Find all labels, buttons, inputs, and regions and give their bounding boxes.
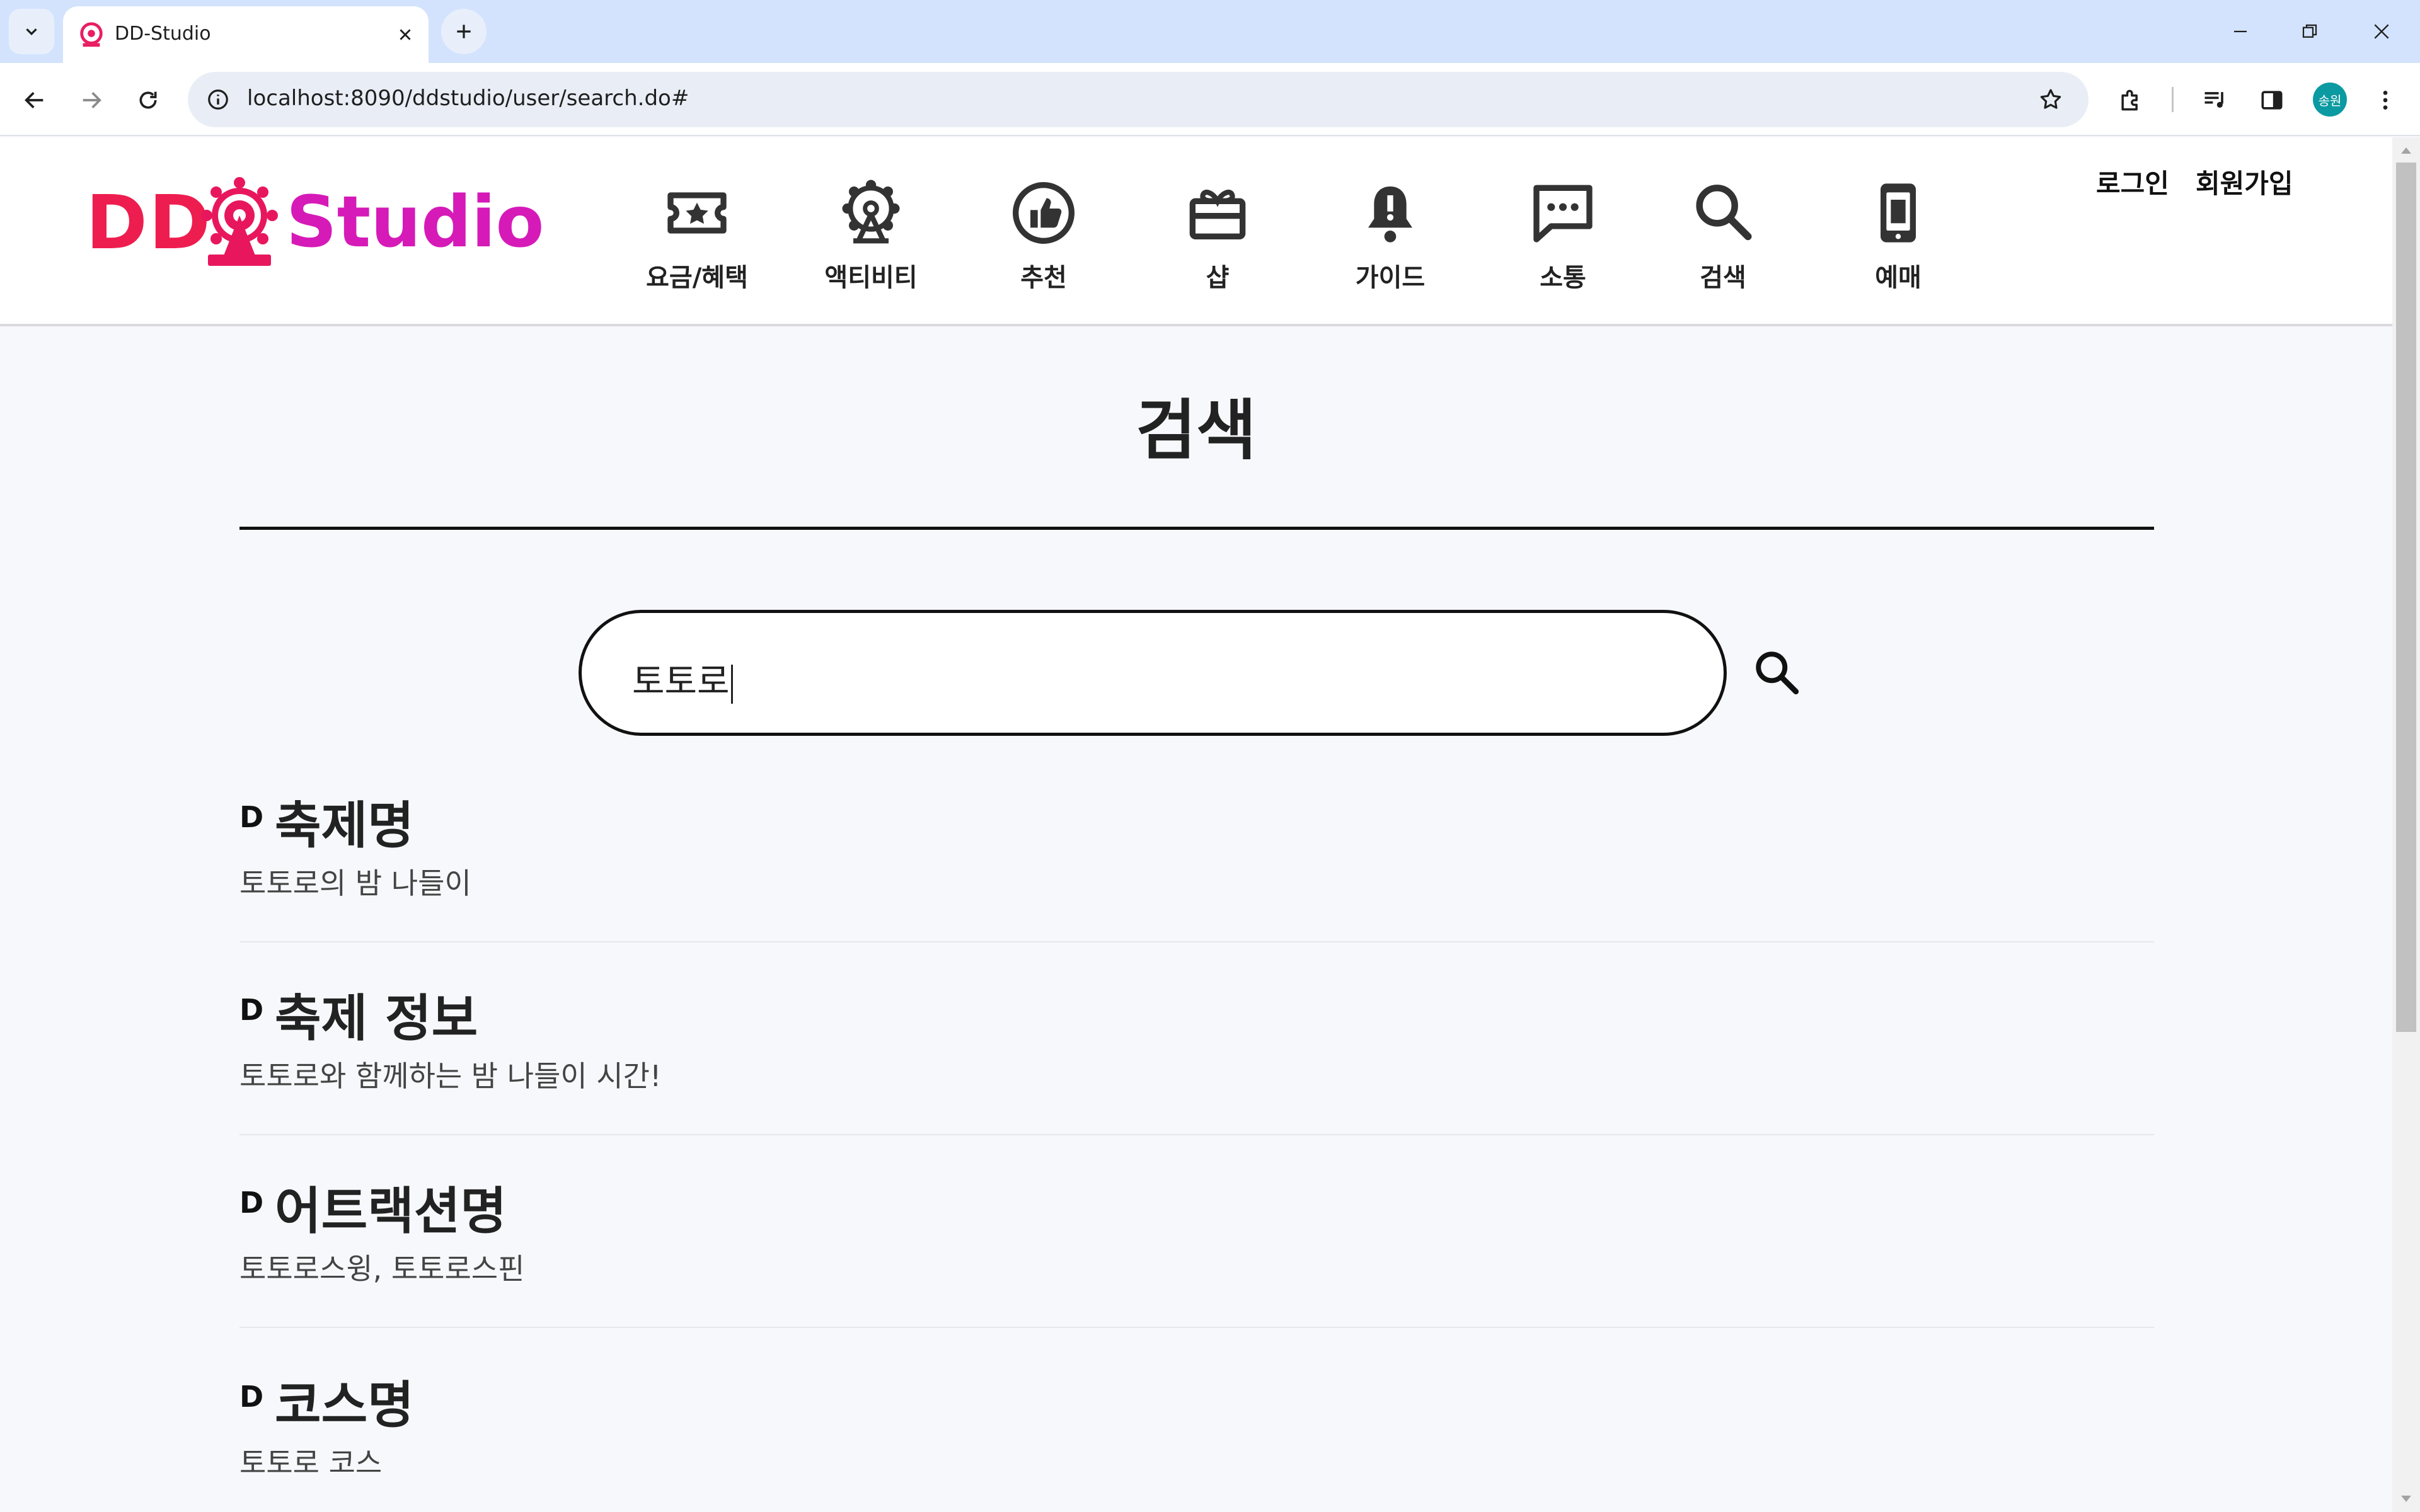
nav-item-shop[interactable]: 샵 [1155, 178, 1281, 292]
nav-item-pricing[interactable]: 요금/혜택 [634, 178, 760, 292]
profile-avatar[interactable]: 송원 [2313, 83, 2347, 117]
site-info-icon[interactable] [202, 83, 234, 116]
result-item[interactable]: D 축제 정보 토토로와 함께하는 밤 나들이 시간! [239, 965, 2154, 1135]
restore-button[interactable] [2275, 0, 2344, 63]
toolbar-separator [2172, 87, 2174, 112]
address-bar[interactable]: localhost:8090/ddstudio/user/search.do# [188, 72, 2089, 127]
nav-item-booking[interactable]: 예매 [1835, 178, 1961, 292]
result-bullet: D [239, 800, 264, 834]
nav-label: 추천 [1020, 263, 1067, 292]
result-text[interactable]: 토토로와 함께하는 밤 나들이 시간! [239, 1053, 661, 1095]
restore-icon [2302, 24, 2317, 38]
search-icon [1756, 651, 1799, 695]
result-text[interactable]: 토토로 코스 [239, 1440, 382, 1482]
page-viewport: DD Studio 요금/혜택 액티비티 추천 샵 가이드 소통 검색 예매 로… [0, 137, 2392, 1512]
music-queue-icon [2204, 92, 2223, 108]
site-header: DD Studio 요금/혜택 액티비티 추천 샵 가이드 소통 검색 예매 로… [0, 137, 2392, 326]
tab-title: DD-Studio [115, 23, 211, 45]
signup-link[interactable]: 회원가입 [2196, 163, 2293, 201]
search-input[interactable]: 토토로 [579, 610, 1727, 736]
nav-label: 요금/혜택 [646, 263, 748, 292]
scrollbar-thumb[interactable] [2396, 163, 2416, 1032]
title-divider [239, 527, 2154, 530]
puzzle-icon [2121, 89, 2138, 111]
result-heading: 어트랙션명 [275, 1182, 507, 1240]
scroll-up-arrow[interactable] [2392, 137, 2420, 165]
search-submit-button[interactable] [1746, 641, 1809, 704]
nav-label: 액티비티 [824, 263, 918, 292]
thumbs-up-icon [1013, 182, 1075, 244]
window-close-button[interactable] [2347, 0, 2416, 63]
ferris-wheel-logo-icon [201, 177, 278, 266]
result-bullet: D [239, 1380, 264, 1414]
result-text[interactable]: 토토로스윙, 토토로스핀 [239, 1246, 524, 1288]
result-heading: 축제 정보 [275, 989, 478, 1048]
result-heading: 축제명 [275, 796, 414, 855]
close-icon [2374, 24, 2389, 39]
extensions-button[interactable] [2111, 81, 2150, 120]
result-bullet: D [239, 1186, 264, 1220]
scroll-down-arrow[interactable] [2392, 1484, 2420, 1512]
browser-tab[interactable]: DD-Studio [63, 6, 429, 63]
side-panel-icon [2261, 91, 2283, 110]
triangle-down-icon [2401, 1496, 2411, 1502]
nav-item-search[interactable]: 검색 [1660, 178, 1786, 292]
logo-text-dd: DD [86, 179, 212, 266]
browser-toolbar: localhost:8090/ddstudio/user/search.do# … [0, 63, 2420, 136]
result-heading: 코스명 [275, 1376, 414, 1435]
login-link[interactable]: 로그인 [2096, 163, 2169, 201]
nav-label: 소통 [1540, 263, 1586, 292]
site-favicon-icon [80, 22, 103, 47]
nav-item-activity[interactable]: 액티비티 [808, 178, 934, 292]
bookmark-star-button[interactable] [2032, 81, 2070, 118]
arrow-left-icon [25, 92, 43, 108]
reload-icon [139, 91, 157, 109]
minimize-button[interactable] [2206, 0, 2275, 63]
nav-label: 샵 [1206, 263, 1230, 292]
result-item[interactable]: D 코스명 토토로 코스 [239, 1352, 2154, 1512]
nav-label: 가이드 [1355, 263, 1426, 292]
mobile-ticket-icon [1881, 183, 1916, 243]
site-logo[interactable]: DD Studio [86, 176, 544, 271]
reload-button[interactable] [126, 78, 170, 122]
forward-button[interactable] [69, 78, 113, 122]
close-icon [400, 29, 411, 40]
nav-item-recommend[interactable]: 추천 [981, 178, 1107, 292]
search-icon [1696, 185, 1752, 241]
tab-list-button[interactable] [9, 9, 54, 54]
chevron-down-icon [26, 28, 37, 36]
star-icon [2040, 89, 2061, 109]
triangle-up-icon [2401, 147, 2411, 154]
tab-close-button[interactable] [389, 19, 421, 50]
side-panel-button[interactable] [2252, 81, 2291, 120]
text-caret [730, 664, 733, 704]
media-control-button[interactable] [2196, 81, 2235, 120]
search-input-value[interactable]: 토토로 [632, 653, 733, 704]
result-item[interactable]: D 축제명 토토로의 밤 나들이 [239, 772, 2154, 942]
nav-item-community[interactable]: 소통 [1500, 178, 1626, 292]
nav-label: 예매 [1875, 263, 1922, 292]
result-bullet: D [239, 993, 264, 1027]
browser-tabstrip: DD-Studio [0, 0, 2420, 63]
new-tab-button[interactable] [441, 9, 487, 54]
kebab-menu-icon [2383, 91, 2388, 110]
minimize-icon [2234, 30, 2247, 33]
bell-icon [1368, 186, 1412, 243]
url-text[interactable]: localhost:8090/ddstudio/user/search.do# [247, 86, 689, 111]
back-button[interactable] [13, 78, 57, 122]
browser-menu-button[interactable] [2366, 81, 2405, 120]
page-title: 검색 [1136, 392, 1257, 469]
result-text[interactable]: 토토로의 밤 나들이 [239, 861, 471, 902]
arrow-right-icon [83, 92, 101, 108]
plus-icon [457, 25, 471, 38]
ticket-icon [667, 192, 727, 234]
result-item[interactable]: D 어트랙션명 토토로스윙, 토토로스핀 [239, 1158, 2154, 1328]
nav-label: 검색 [1700, 263, 1746, 292]
chat-icon [1533, 185, 1593, 243]
logo-text-studio: Studio [286, 181, 544, 263]
gift-icon [1189, 190, 1246, 240]
page-scrollbar[interactable] [2392, 137, 2420, 1512]
nav-item-guide[interactable]: 가이드 [1327, 178, 1453, 292]
ferris-wheel-icon [842, 180, 900, 244]
